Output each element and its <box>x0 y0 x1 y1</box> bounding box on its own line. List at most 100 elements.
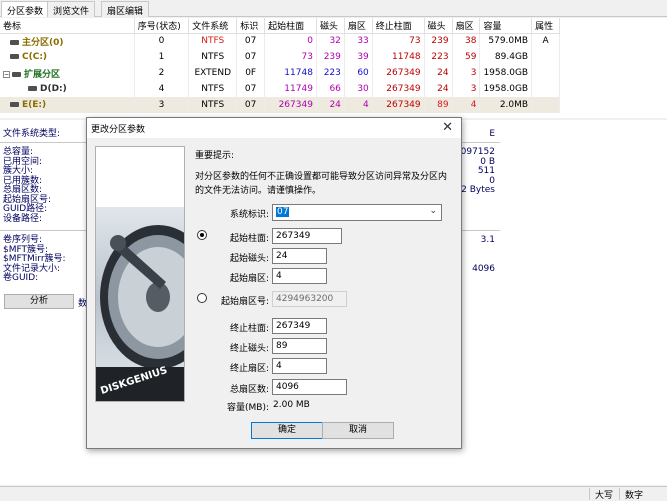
chs-mode-radio[interactable] <box>197 230 207 240</box>
col-fs[interactable]: 文件系统 <box>188 18 238 34</box>
row-id: 07 <box>236 33 266 49</box>
start-sector-input[interactable]: 4 <box>272 268 327 284</box>
system-id-label: 系统标识: <box>229 210 269 220</box>
row-start-head: 24 <box>316 97 345 113</box>
row-name: E(E:) <box>22 100 47 110</box>
analyze-button[interactable]: 分析 <box>4 294 74 309</box>
row-capacity: 579.0MB <box>479 33 533 49</box>
partition-icon <box>10 54 19 59</box>
row-id: 07 <box>236 97 266 113</box>
row-start-cyl: 11749 <box>264 81 317 97</box>
end-head-input[interactable]: 89 <box>272 338 327 354</box>
row-index: 3 <box>134 97 190 113</box>
row-index: 4 <box>134 81 190 97</box>
table-row[interactable]: C(C:) 1 NTFS 07 73 239 39 11748 223 59 8… <box>0 49 560 65</box>
tab-sector-edit[interactable]: 扇区编辑 <box>101 1 150 17</box>
info-group2-labels: 卷序列号: $MFT簇号: $MFTMirr簇号: 文件记录大小: 卷GUID: <box>3 235 66 284</box>
volume-guid-label: 卷GUID: <box>3 273 39 283</box>
note-body: 对分区参数的任何不正确设置都可能导致分区访问异常及分区内的文件无法访问。请谨慎操… <box>195 172 448 196</box>
col-end-cyl[interactable]: 终止柱面 <box>372 18 425 34</box>
row-start-cyl: 0 <box>264 33 317 49</box>
tab-browse-files[interactable]: 浏览文件 <box>47 1 96 17</box>
col-index[interactable]: 序号(状态) <box>134 18 190 34</box>
fs-type-value: E <box>489 129 495 139</box>
row-end-head: 24 <box>424 81 453 97</box>
partition-table: 卷标 序号(状态) 文件系统 标识 起始柱面 磁头 扇区 终止柱面 磁头 扇区 … <box>0 18 560 113</box>
table-row[interactable]: 主分区(0) 0 NTFS 07 0 32 33 73 239 38 579.0… <box>0 33 560 49</box>
start-cylinder-input[interactable]: 267349 <box>272 228 342 244</box>
end-sector-label: 终止扇区: <box>229 364 269 374</box>
fs-type-label: 文件系统类型: <box>3 129 61 139</box>
col-volume[interactable]: 卷标 <box>0 18 135 34</box>
table-row[interactable]: − 扩展分区 2 EXTEND 0F 11748 223 60 267349 24… <box>0 65 560 81</box>
start-cylinder-label: 起始柱面: <box>229 234 269 244</box>
status-caps: 大写 <box>589 488 619 501</box>
col-capacity[interactable]: 容量 <box>479 18 533 34</box>
table-row[interactable]: D(D:) 4 NTFS 07 11749 66 30 267349 24 3 … <box>0 81 560 97</box>
collapse-icon[interactable]: − <box>3 70 10 78</box>
end-cylinder-label: 终止柱面: <box>229 324 269 334</box>
row-end-head: 239 <box>424 33 453 49</box>
table-row-selected[interactable]: E(E:) 3 NTFS 07 267349 24 4 267349 89 4 … <box>0 97 560 113</box>
col-start-cyl[interactable]: 起始柱面 <box>264 18 317 34</box>
cancel-button[interactable]: 取消 <box>322 422 394 439</box>
row-name: 主分区(0) <box>22 37 64 48</box>
row-attr <box>531 97 560 113</box>
total-sectors-input[interactable]: 4096 <box>272 379 347 395</box>
row-name: C(C:) <box>22 52 48 62</box>
system-id-select[interactable]: 07 ⌄ <box>272 204 442 221</box>
end-sector-input[interactable]: 4 <box>272 358 327 374</box>
row-end-cyl: 267349 <box>372 81 425 97</box>
row-capacity: 1958.0GB <box>479 65 533 81</box>
row-start-cyl: 267349 <box>264 97 317 113</box>
col-id[interactable]: 标识 <box>236 18 266 34</box>
col-end-sector[interactable]: 扇区 <box>452 18 481 34</box>
device-path-label: 设备路径: <box>3 213 43 224</box>
partition-icon <box>10 39 19 45</box>
close-icon[interactable]: ✕ <box>442 120 453 135</box>
ntfs-version-value: 3.1 <box>480 235 495 245</box>
diskgenius-illustration: DISKGENIUS <box>95 146 185 402</box>
chevron-down-icon: ⌄ <box>429 206 437 216</box>
row-attr <box>531 81 560 97</box>
col-start-sector[interactable]: 扇区 <box>344 18 373 34</box>
row-start-head: 223 <box>316 65 345 81</box>
row-end-head: 24 <box>424 65 453 81</box>
row-attr <box>531 65 560 81</box>
row-fs: NTFS <box>188 33 238 49</box>
table-header-row: 卷标 序号(状态) 文件系统 标识 起始柱面 磁头 扇区 终止柱面 磁头 扇区 … <box>0 18 560 34</box>
row-start-cyl: 11748 <box>264 65 317 81</box>
row-end-sector: 59 <box>452 49 481 65</box>
start-head-input[interactable]: 24 <box>272 248 327 264</box>
tab-partition-params[interactable]: 分区参数 <box>1 1 50 17</box>
row-start-head: 239 <box>316 49 345 65</box>
row-start-sector: 39 <box>344 49 373 65</box>
row-start-sector: 60 <box>344 65 373 81</box>
start-sector-label: 起始扇区: <box>229 274 269 284</box>
row-attr: A <box>531 33 560 49</box>
end-cylinder-input[interactable]: 267349 <box>272 318 327 334</box>
row-fs: NTFS <box>188 49 238 65</box>
start-head-label: 起始磁头: <box>229 254 269 264</box>
row-end-cyl: 267349 <box>372 97 425 113</box>
row-end-sector: 3 <box>452 65 481 81</box>
info-group2-values: 3.1 4096 <box>472 235 495 274</box>
lba-mode-radio[interactable] <box>197 293 207 303</box>
ok-button[interactable]: 确定 <box>251 422 323 439</box>
hard-disk-icon: DISKGENIUS <box>96 225 184 401</box>
row-index: 2 <box>134 65 190 81</box>
row-start-head: 66 <box>316 81 345 97</box>
partition-icon <box>28 86 37 91</box>
row-end-sector: 3 <box>452 81 481 97</box>
partition-icon <box>10 102 19 107</box>
col-start-head[interactable]: 磁头 <box>316 18 345 34</box>
row-attr <box>531 49 560 65</box>
row-index: 1 <box>134 49 190 65</box>
col-end-head[interactable]: 磁头 <box>424 18 453 34</box>
note-title: 重要提示: <box>195 151 235 161</box>
partition-icon <box>12 71 21 77</box>
capacity-label: 容量(MB): <box>227 403 269 413</box>
col-attr[interactable]: 属性 <box>531 18 560 34</box>
row-id: 0F <box>236 65 266 81</box>
start-lba-input[interactable]: 4294963200 <box>272 291 347 307</box>
